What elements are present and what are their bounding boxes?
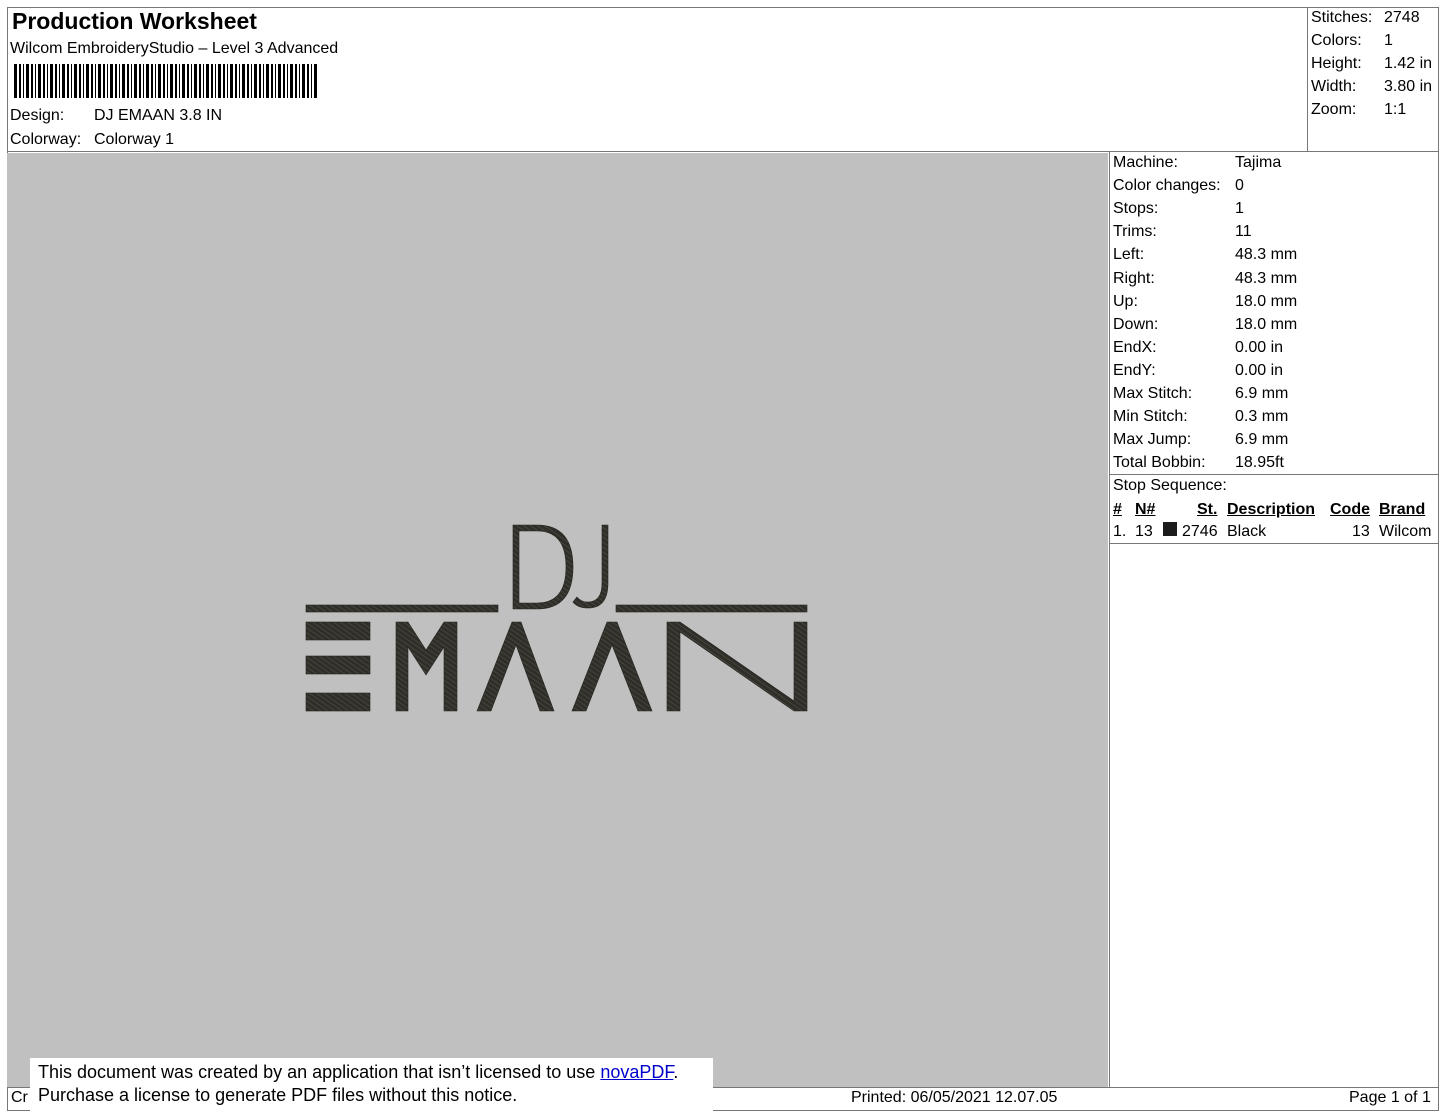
width-value: 3.80 in [1384, 78, 1433, 95]
printed-date: Printed: 06/05/2021 12.07.05 [851, 1089, 1058, 1106]
row-description: Black [1227, 523, 1267, 540]
notice-line-2: Purchase a license to generate PDF files… [38, 1085, 518, 1105]
stop-sequence-title: Stop Sequence: [1113, 477, 1227, 494]
col-header-code: Code [1330, 501, 1370, 518]
col-header-needle: N# [1135, 501, 1156, 518]
colorway-label: Colorway: [10, 131, 82, 148]
barcode-graphic [14, 64, 317, 98]
colors-value: 1 [1384, 32, 1393, 49]
design-preview [7, 153, 1108, 1087]
machine-info-label: Min Stitch: [1113, 408, 1188, 426]
machine-info-value: 18.0 mm [1235, 292, 1298, 310]
machine-info-value: 48.3 mm [1235, 246, 1298, 264]
notice-period: . [673, 1062, 679, 1082]
machine-info-value: 6.9 mm [1235, 385, 1289, 402]
row-code: 13 [1352, 523, 1370, 540]
novapdf-link[interactable]: novaPDF [600, 1062, 673, 1082]
colors-label: Colors: [1311, 32, 1362, 49]
machine-info-label: EndX: [1113, 338, 1157, 356]
embroidery-design [305, 524, 808, 712]
machine-info-label: Color changes: [1113, 177, 1221, 195]
machine-info-value: 0.00 in [1235, 338, 1284, 356]
letter-a-1 [476, 621, 555, 712]
col-header-description: Description [1227, 501, 1316, 518]
letter-a-2 [571, 621, 653, 712]
row-stitches: 2746 [1182, 523, 1218, 540]
col-header-brand: Brand [1379, 501, 1426, 518]
machine-info-label: Down: [1113, 315, 1159, 333]
page-number: Page 1 of 1 [1349, 1089, 1431, 1106]
barcode [14, 64, 320, 98]
stitches-label: Stitches: [1311, 9, 1373, 26]
machine-info-value: 0.00 in [1235, 361, 1284, 379]
footer-created-fragment: Cr [11, 1089, 28, 1106]
letter-e-bar-bottom [305, 692, 371, 712]
machine-info-value: 18.95ft [1235, 454, 1284, 472]
design-value: DJ EMAAN 3.8 IN [94, 107, 223, 124]
row-brand: Wilcom [1379, 523, 1432, 540]
machine-info-label: Stops: [1113, 200, 1159, 218]
height-label: Height: [1311, 55, 1362, 72]
license-notice: This document was created by an applicat… [30, 1058, 713, 1112]
machine-info-label: Up: [1113, 292, 1138, 310]
col-header-index: # [1113, 501, 1122, 518]
letter-d [512, 524, 574, 610]
machine-info-value: 6.9 mm [1235, 431, 1289, 449]
machine-info-label: EndY: [1113, 361, 1156, 379]
height-value: 1.42 in [1384, 55, 1433, 72]
machine-info-value: 0 [1235, 177, 1244, 195]
machine-info-value: 18.0 mm [1235, 315, 1298, 333]
zoom-value: 1:1 [1384, 101, 1407, 118]
zoom-label: Zoom: [1311, 101, 1357, 118]
design-label: Design: [10, 107, 65, 124]
letter-m [395, 621, 458, 712]
machine-info-label: Left: [1113, 246, 1145, 264]
machine-info-value: 0.3 mm [1235, 408, 1289, 426]
letter-j [572, 524, 609, 609]
letter-e-bar-top [305, 621, 371, 641]
col-header-stitches: St. [1197, 501, 1218, 518]
notice-line-1: This document was created by an applicat… [38, 1061, 713, 1084]
row-needle: 13 [1135, 523, 1153, 540]
machine-info-label: Total Bobbin: [1113, 454, 1206, 472]
machine-info-label: Machine: [1113, 154, 1178, 171]
letter-n [666, 621, 808, 712]
machine-info-value: 48.3 mm [1235, 269, 1298, 287]
row-index: 1. [1113, 523, 1127, 540]
page-title: Production Worksheet [12, 8, 257, 34]
notice-text-1: This document was created by an applicat… [38, 1062, 601, 1082]
machine-info-label: Max Stitch: [1113, 385, 1193, 402]
machine-info-value: 1 [1235, 200, 1244, 218]
stitches-value: 2748 [1384, 9, 1420, 26]
machine-info-label: Trims: [1113, 223, 1157, 241]
left-rule [305, 604, 499, 613]
machine-info-label: Max Jump: [1113, 431, 1192, 449]
software-name: Wilcom EmbroideryStudio – Level 3 Advanc… [10, 40, 339, 57]
machine-info-value: Tajima [1235, 154, 1282, 171]
machine-info-value: 11 [1235, 223, 1252, 241]
color-swatch [1163, 522, 1177, 536]
right-rule [615, 604, 808, 613]
colorway-value: Colorway 1 [94, 131, 175, 148]
machine-info-label: Right: [1113, 269, 1155, 287]
width-label: Width: [1311, 78, 1357, 95]
letter-e-bar-middle [305, 655, 371, 675]
